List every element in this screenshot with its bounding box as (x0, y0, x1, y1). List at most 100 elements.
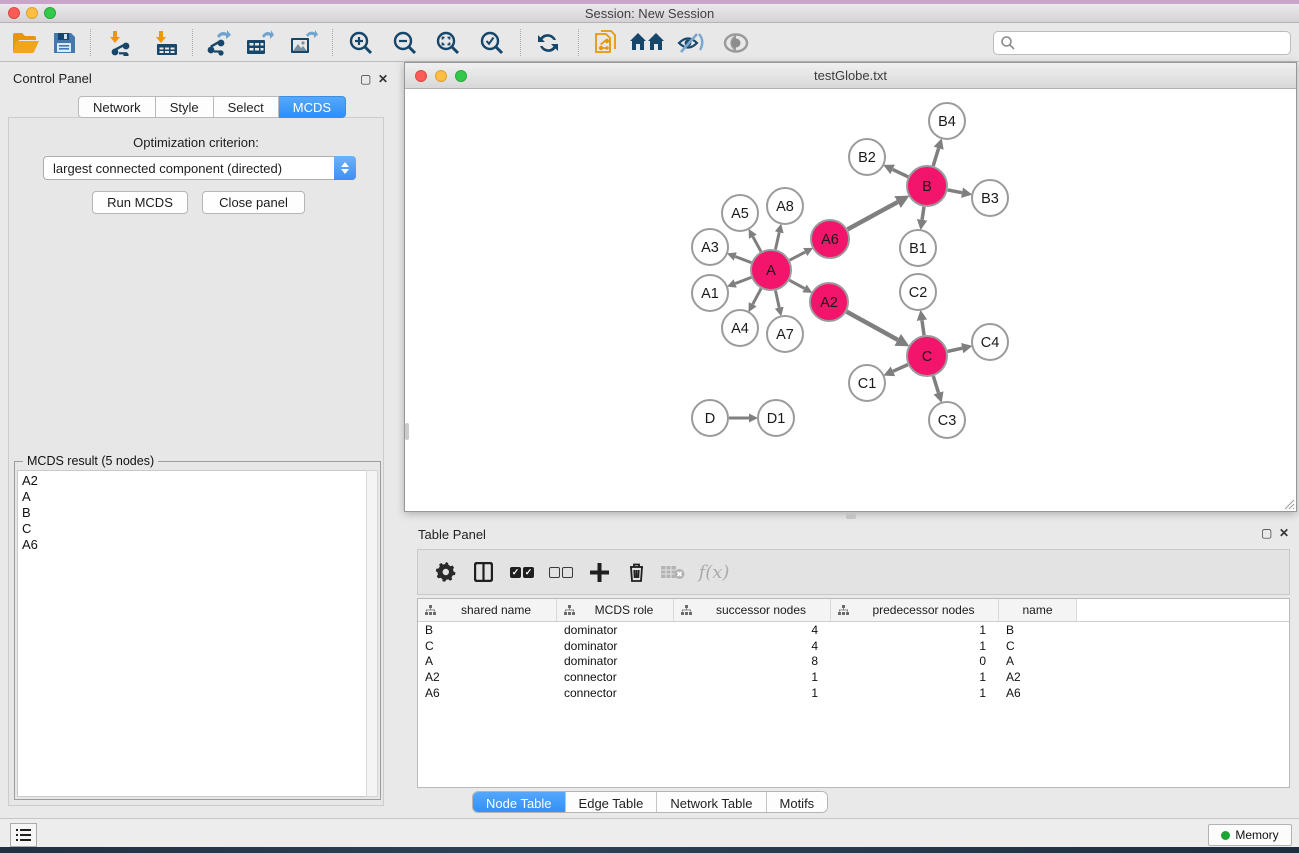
table-cell[interactable]: A6 (999, 685, 1077, 701)
memory-button[interactable]: Memory (1208, 824, 1292, 846)
deselect-all-icon[interactable] (542, 555, 580, 589)
node-D1[interactable]: D1 (758, 400, 794, 436)
table-cell[interactable]: connector (557, 685, 674, 701)
edge-B-B3[interactable] (948, 190, 962, 193)
zoom-out-icon[interactable] (387, 26, 423, 59)
zoom-fit-icon[interactable] (430, 26, 466, 59)
table-cell[interactable]: B (418, 622, 557, 638)
table-cell[interactable]: 4 (674, 638, 831, 654)
refresh-icon[interactable] (530, 26, 566, 59)
node-A6[interactable]: A6 (811, 220, 849, 258)
select-all-icon[interactable]: ✓✓ (502, 555, 542, 589)
node-A4[interactable]: A4 (722, 310, 758, 346)
edge-A-A5[interactable] (753, 237, 761, 252)
import-network-icon[interactable] (102, 26, 138, 59)
node-C1[interactable]: C1 (849, 365, 885, 401)
node-B2[interactable]: B2 (849, 139, 885, 175)
mcds-result-item[interactable]: A (22, 489, 367, 505)
table-row[interactable]: Adominator80A (418, 653, 1289, 669)
edge-C-C4[interactable] (947, 348, 962, 351)
node-C3[interactable]: C3 (929, 402, 965, 438)
table-row[interactable]: A6connector11A6 (418, 685, 1289, 701)
export-network-icon[interactable] (200, 26, 236, 59)
delete-column-icon[interactable] (618, 555, 654, 589)
zoom-selected-icon[interactable] (474, 26, 510, 59)
window-resize-grip[interactable] (1283, 498, 1295, 510)
column-header-successor-nodes[interactable]: successor nodes (674, 599, 831, 621)
control-panel-float-icon[interactable]: ▢ (360, 72, 371, 86)
column-header-name[interactable]: name (999, 599, 1077, 621)
mcds-result-item[interactable]: B (22, 505, 367, 521)
mcds-result-item[interactable]: A6 (22, 537, 367, 553)
table-cell[interactable]: dominator (557, 653, 674, 669)
network-window-titlebar[interactable]: testGlobe.txt (405, 63, 1296, 89)
edge-B-B4[interactable] (933, 148, 938, 166)
search-input[interactable] (1016, 35, 1290, 51)
network-minimize-icon[interactable] (435, 70, 447, 82)
table-cell[interactable]: A (999, 653, 1077, 669)
column-header-shared-name[interactable]: shared name (418, 599, 557, 621)
table-cell[interactable]: 1 (674, 685, 831, 701)
network-zoom-icon[interactable] (455, 70, 467, 82)
search-field[interactable] (993, 31, 1291, 55)
table-cell[interactable]: A2 (999, 669, 1077, 685)
node-B3[interactable]: B3 (972, 180, 1008, 216)
node-A2[interactable]: A2 (810, 283, 848, 321)
table-cell[interactable]: A6 (418, 685, 557, 701)
close-window-icon[interactable] (8, 7, 20, 19)
table-panel-close-icon[interactable]: ✕ (1279, 526, 1289, 540)
mcds-result-scrollbar[interactable] (366, 470, 378, 797)
minimize-window-icon[interactable] (26, 7, 38, 19)
network-close-icon[interactable] (415, 70, 427, 82)
column-visibility-icon[interactable] (464, 555, 502, 589)
homes-icon[interactable] (629, 26, 665, 59)
mcds-result-item[interactable]: A2 (22, 473, 367, 489)
show-hidden-icon[interactable] (718, 26, 754, 59)
node-A5[interactable]: A5 (722, 195, 758, 231)
table-cell[interactable]: 1 (831, 685, 999, 701)
tab-node-table[interactable]: Node Table (473, 792, 566, 813)
table-cell[interactable]: C (418, 638, 557, 654)
column-header-mcds-role[interactable]: MCDS role (557, 599, 674, 621)
table-cell[interactable]: B (999, 622, 1077, 638)
table-cell[interactable]: dominator (557, 638, 674, 654)
node-table[interactable]: shared nameMCDS rolesuccessor nodesprede… (417, 598, 1290, 788)
criterion-dropdown[interactable]: largest connected component (directed) (43, 156, 356, 180)
table-row[interactable]: Bdominator41B (418, 622, 1289, 638)
table-cell[interactable]: connector (557, 669, 674, 685)
edge-A-A3[interactable] (735, 257, 751, 263)
table-cell[interactable]: 0 (831, 653, 999, 669)
hide-visual-icon[interactable] (673, 26, 709, 59)
table-settings-gear-icon[interactable] (428, 555, 464, 589)
node-A8[interactable]: A8 (767, 188, 803, 224)
tab-mcds[interactable]: MCDS (279, 96, 346, 118)
function-builder-icon[interactable]: f(x) (692, 555, 736, 589)
delete-table-icon[interactable] (654, 555, 692, 589)
edge-C-C1[interactable] (893, 365, 908, 372)
export-image-icon[interactable] (286, 26, 322, 59)
table-row[interactable]: A2connector11A2 (418, 669, 1289, 685)
edge-A-A4[interactable] (753, 289, 761, 305)
run-mcds-button[interactable]: Run MCDS (92, 191, 188, 214)
node-A1[interactable]: A1 (692, 275, 728, 311)
table-cell[interactable]: dominator (557, 622, 674, 638)
node-A7[interactable]: A7 (767, 316, 803, 352)
edge-A-A6[interactable] (790, 252, 806, 260)
edge-A-A2[interactable] (789, 280, 804, 288)
table-cell[interactable]: A2 (418, 669, 557, 685)
edge-C-C3[interactable] (933, 376, 938, 393)
export-table-icon[interactable] (242, 26, 278, 59)
edge-A-A1[interactable] (735, 277, 751, 283)
tab-style[interactable]: Style (156, 96, 214, 118)
node-B[interactable]: B (907, 166, 947, 206)
node-A[interactable]: A (751, 250, 791, 290)
edge-A6-B[interactable] (848, 202, 898, 229)
node-B4[interactable]: B4 (929, 103, 965, 139)
tab-motifs[interactable]: Motifs (767, 792, 828, 813)
table-panel-float-icon[interactable]: ▢ (1261, 526, 1272, 540)
close-panel-button[interactable]: Close panel (202, 191, 305, 214)
table-cell[interactable]: 1 (674, 669, 831, 685)
table-cell[interactable]: 1 (831, 622, 999, 638)
save-session-icon[interactable] (46, 26, 82, 59)
edge-A-A7[interactable] (775, 291, 779, 308)
